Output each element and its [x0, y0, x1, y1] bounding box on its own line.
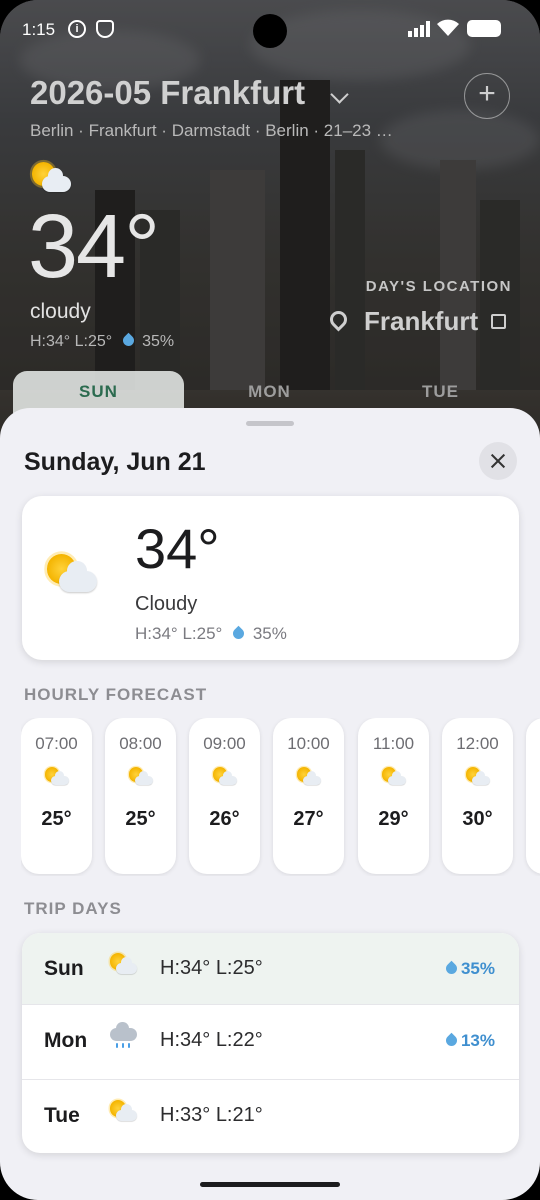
edit-icon[interactable]: [491, 314, 506, 329]
trip-day-row-mon[interactable]: Mon H:34° L:22° 13%: [22, 1005, 519, 1080]
rain-cloud-icon: [108, 1022, 138, 1058]
hourly-item: 10:00 27°: [273, 718, 344, 874]
hour-temp: 30°: [462, 808, 493, 830]
hour-temp: 26°: [209, 808, 240, 830]
low-temp: L:25°: [74, 333, 113, 350]
high-temp: H:34°: [135, 624, 178, 643]
hour-time: 07:00: [35, 734, 78, 753]
raindrop-icon: [443, 960, 460, 977]
day-condition: Cloudy: [135, 593, 198, 615]
sun-behind-cloud-icon: [189, 764, 260, 795]
trip-day-rain: 35%: [440, 959, 495, 979]
status-bar: 1:15 i: [0, 0, 540, 60]
hourly-forecast-strip[interactable]: 07:00 25° 08:00 25° 09:00 26° 10:00 27° …: [21, 718, 540, 876]
trip-title[interactable]: 2026-05 Frankfurt: [30, 74, 305, 112]
sun-behind-cloud-icon: [108, 951, 138, 985]
day-temperature: 34°: [135, 517, 220, 580]
high-temp: H:33°: [160, 1104, 211, 1126]
rain-chance: 35%: [460, 959, 495, 978]
trip-days-list: Sun H:34° L:25° 35% Mon H:34° L:22° 13% …: [22, 933, 519, 1153]
hour-temp: 29°: [378, 808, 409, 830]
trip-day-row-sun[interactable]: Sun H:34° L:25° 35%: [22, 933, 519, 1005]
trip-days-label: TRIP DAYS: [24, 899, 122, 918]
hour-temp: 25°: [41, 808, 72, 830]
hourly-item: 07:00 25°: [21, 718, 92, 874]
tab-sun[interactable]: SUN: [13, 371, 184, 413]
trip-day-high-low: H:34° L:25°: [160, 957, 263, 980]
sun-behind-cloud-icon: [273, 764, 344, 795]
trip-day-rain: 13%: [440, 1031, 495, 1051]
current-temperature: 34°: [28, 197, 160, 297]
day-high-low: H:34° L:25° 35%: [135, 624, 287, 644]
raindrop-icon: [230, 625, 247, 642]
raindrop-icon: [443, 1032, 460, 1049]
rain-chance: 35%: [252, 624, 287, 643]
close-button[interactable]: [479, 442, 517, 480]
info-icon: i: [68, 20, 86, 38]
high-temp: H:34°: [30, 333, 71, 350]
sun-behind-cloud-icon: [105, 764, 176, 795]
hour-time: 12:00: [456, 734, 499, 753]
tab-tue[interactable]: TUE: [355, 371, 526, 413]
sun-behind-cloud-icon: [108, 1098, 138, 1132]
signal-icon: [408, 21, 430, 37]
trip-day-name: Mon: [44, 1029, 88, 1052]
shield-icon: [96, 20, 114, 38]
trip-day-name: Sun: [44, 957, 84, 980]
trip-day-row-tue[interactable]: Tue H:33° L:21°: [22, 1080, 519, 1153]
phone-screen: 1:15 i 2026-05 Frankfurt + Berlin · Fran…: [0, 0, 540, 1200]
current-high-low: H:34° L:25° 35%: [30, 332, 175, 351]
home-indicator[interactable]: [200, 1182, 340, 1187]
tab-mon[interactable]: MON: [184, 371, 355, 413]
low-temp: L:25°: [182, 624, 223, 643]
day-detail-sheet: Sunday, Jun 21 34° Cloudy H:34° L:25° 35…: [0, 408, 540, 1200]
sun-behind-cloud-icon: [358, 764, 429, 795]
trip-day-high-low: H:33° L:21°: [160, 1104, 263, 1127]
day-tabs: SUN MON TUE: [13, 371, 527, 413]
add-trip-button[interactable]: +: [464, 73, 510, 119]
rain-chance: 35%: [142, 333, 175, 350]
hour-time: 10:00: [287, 734, 330, 753]
sun-behind-cloud-icon: [21, 764, 92, 795]
sheet-drag-handle[interactable]: [246, 421, 294, 426]
day-location-city[interactable]: Frankfurt: [364, 306, 478, 337]
status-time: 1:15: [22, 20, 56, 39]
hour-time: 11:00: [372, 734, 415, 753]
hour-temp: 27°: [293, 808, 324, 830]
hourly-item: 12:00 30°: [442, 718, 513, 874]
wifi-icon: [437, 19, 459, 36]
high-temp: H:34°: [160, 957, 211, 979]
day-summary-card: 34° Cloudy H:34° L:25° 35%: [22, 496, 519, 660]
sun-behind-cloud-icon: [442, 764, 513, 795]
trip-day-name: Tue: [44, 1104, 80, 1127]
sheet-title: Sunday, Jun 21: [24, 448, 206, 476]
trip-cities: Berlin · Frankfurt · Darmstadt · Berlin …: [30, 121, 393, 140]
low-temp: L:22°: [215, 1029, 263, 1051]
trip-day-high-low: H:34° L:22°: [160, 1029, 263, 1052]
hourly-item-partial: [526, 718, 540, 874]
raindrop-icon: [120, 332, 136, 349]
rain-chance: 13%: [460, 1031, 495, 1050]
low-temp: L:25°: [215, 957, 263, 979]
hour-time: 09:00: [203, 734, 246, 753]
hourly-forecast-label: HOURLY FORECAST: [24, 685, 208, 704]
battery-icon: [467, 20, 501, 37]
hourly-item: 09:00 26°: [189, 718, 260, 874]
low-temp: L:21°: [215, 1104, 263, 1126]
hour-time: 08:00: [119, 734, 162, 753]
hour-temp: 25°: [125, 808, 156, 830]
current-condition: cloudy: [30, 300, 91, 323]
camera-cutout: [253, 14, 287, 48]
high-temp: H:34°: [160, 1029, 211, 1051]
hourly-item: 08:00 25°: [105, 718, 176, 874]
day-location-label: DAY'S LOCATION: [365, 278, 512, 295]
hourly-item: 11:00 29°: [358, 718, 429, 874]
sun-behind-cloud-icon: [44, 548, 98, 610]
